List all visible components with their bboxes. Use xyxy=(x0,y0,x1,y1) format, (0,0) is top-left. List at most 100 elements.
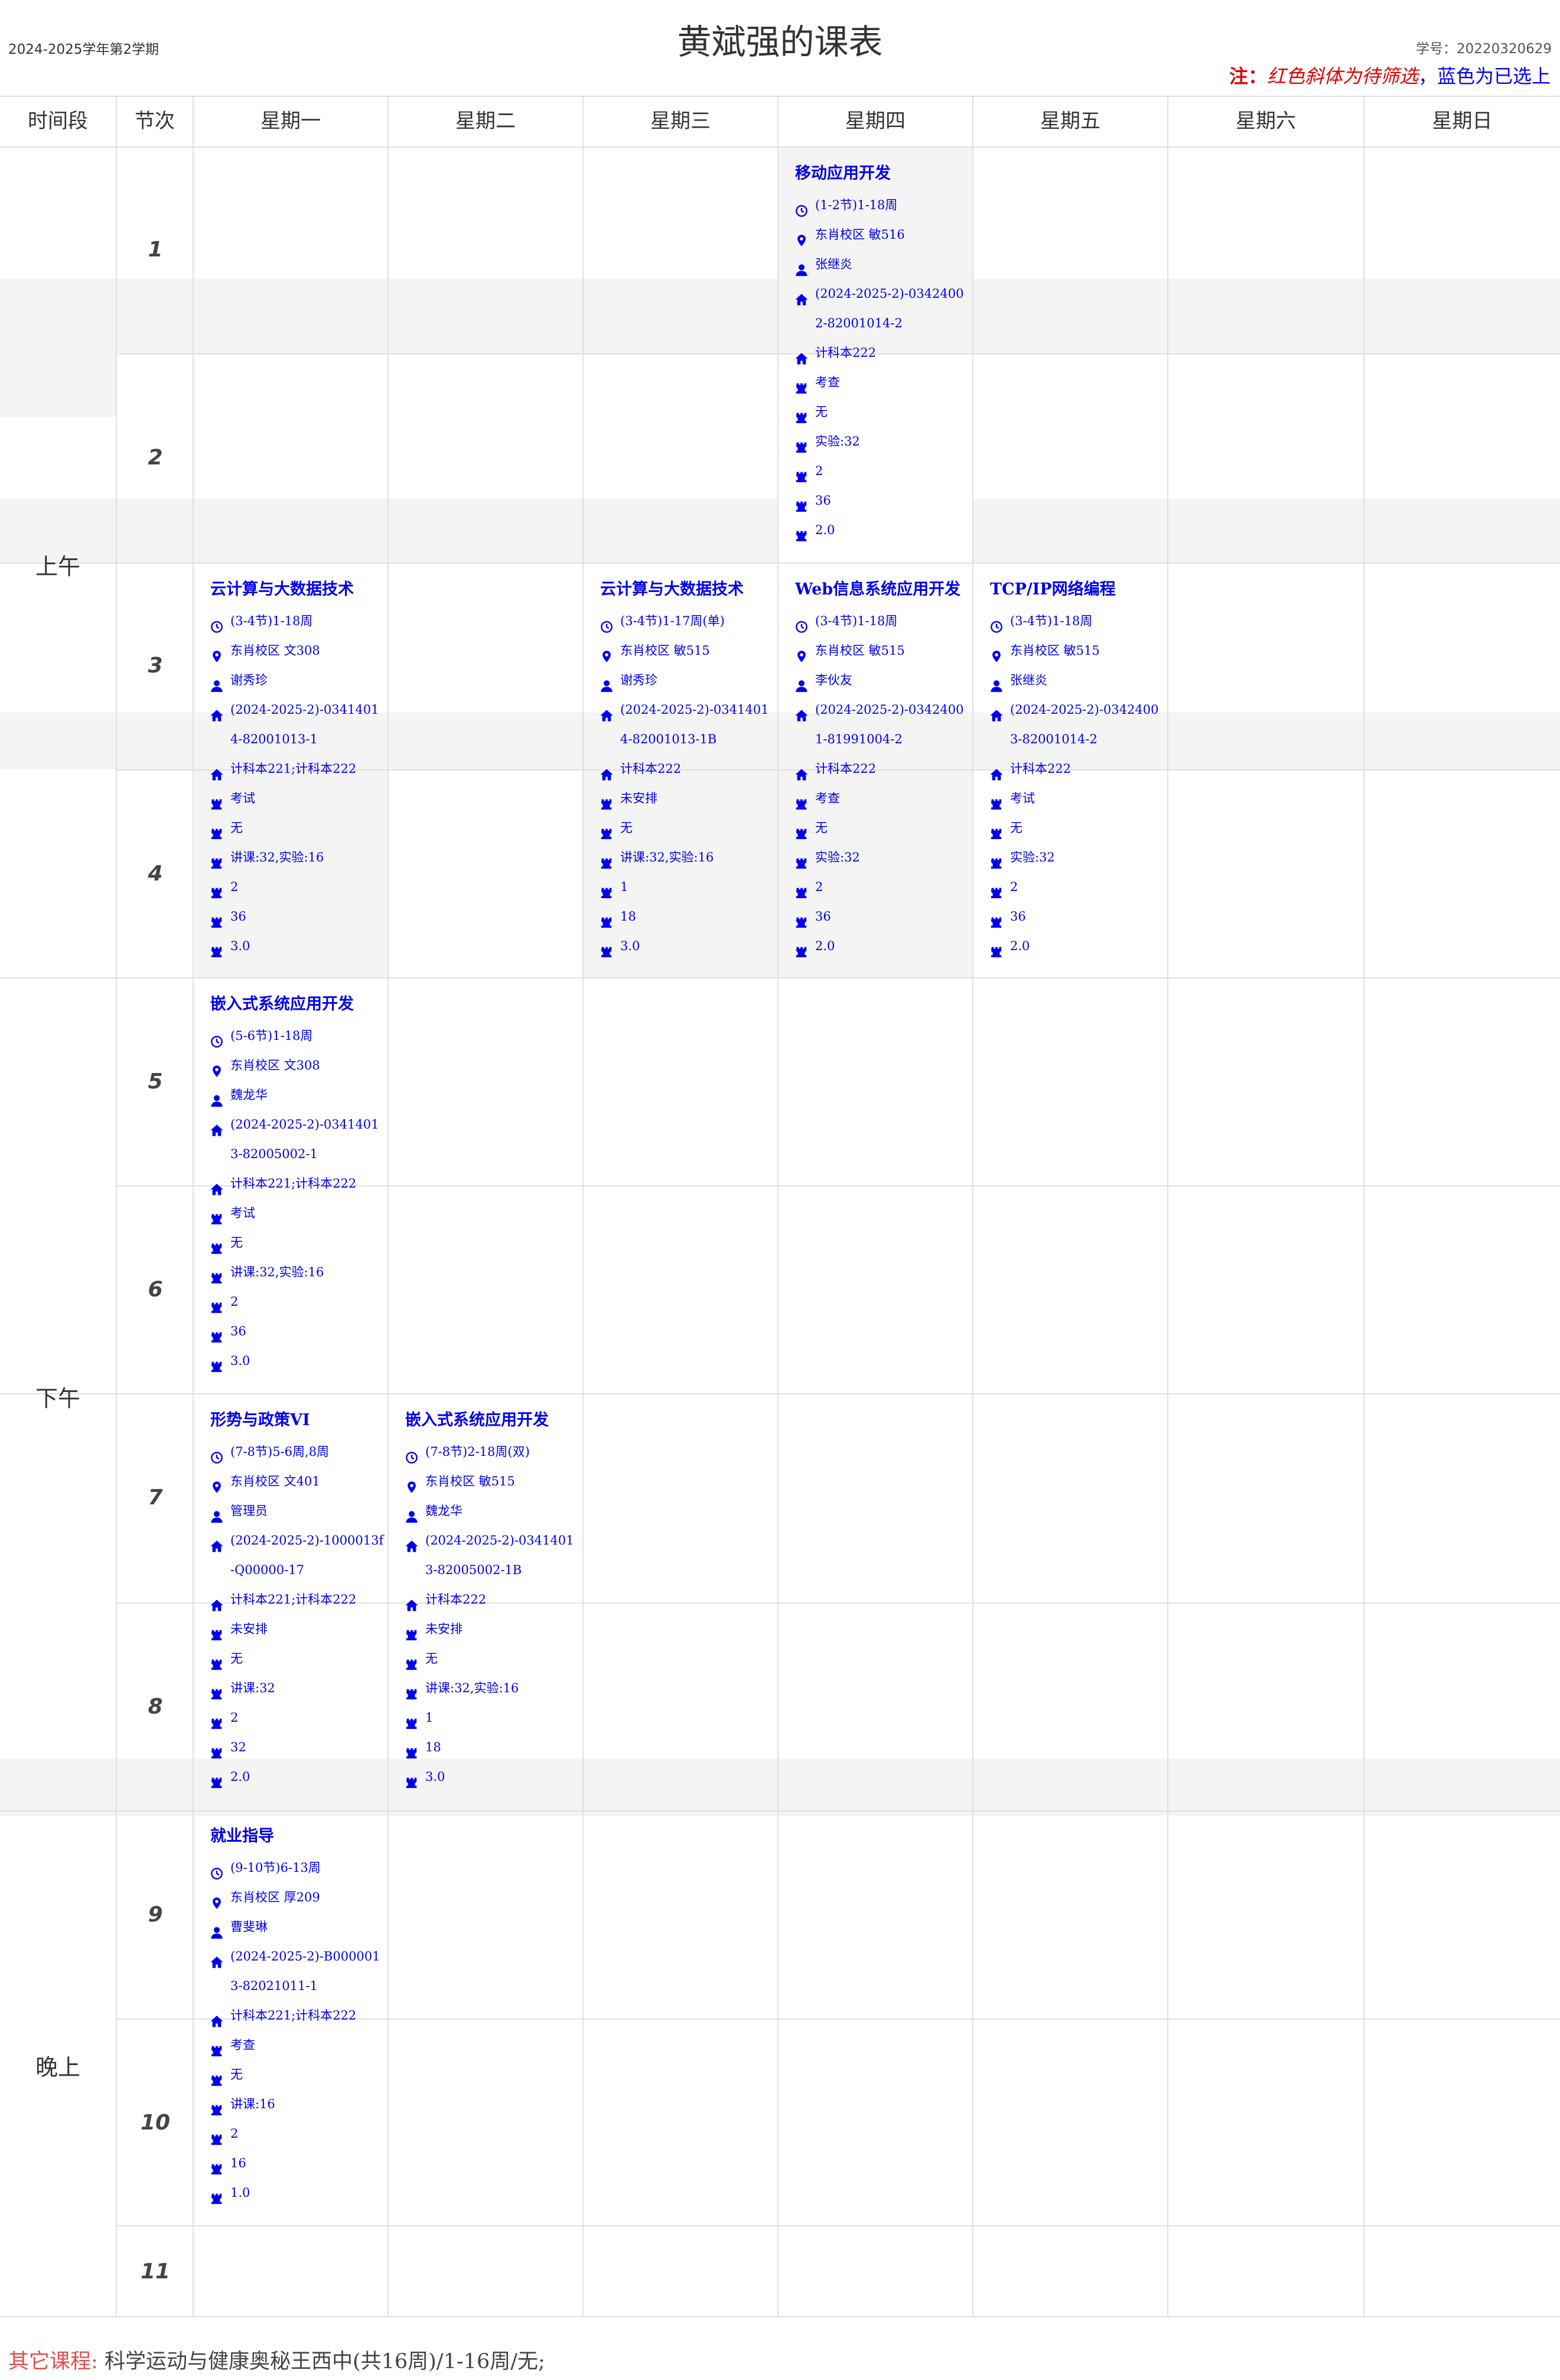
course-code: (2024-2025-2)-03424002-82001014-2 xyxy=(815,287,964,330)
course-extra-row: 无 xyxy=(405,1644,580,1673)
course-extra: 无 xyxy=(815,405,828,419)
note-selected: 蓝色为已选上 xyxy=(1437,65,1551,87)
course-name[interactable]: 形势与政策VI xyxy=(210,1409,385,1432)
course-name[interactable]: 云计算与大数据技术 xyxy=(600,578,775,601)
course-code-row: (2024-2025-2)-03414013-82005002-1B xyxy=(405,1526,580,1585)
course-code-row: (2024-2025-2)-B0000013-82021011-1 xyxy=(210,1942,385,2001)
course-extra: 无 xyxy=(230,821,243,835)
course-card[interactable]: 嵌入式系统应用开发 (5-6节)1-18周 东肖校区 文308 魏龙华 (2024-20… xyxy=(210,993,385,1376)
crown-icon xyxy=(795,405,808,424)
course-weekly: 2 xyxy=(230,1711,239,1725)
crown-icon xyxy=(405,1652,418,1670)
course-name[interactable]: 云计算与大数据技术 xyxy=(210,578,385,601)
course-place-row: 东肖校区 敏515 xyxy=(795,636,970,665)
crown-icon xyxy=(600,910,613,928)
course-extra-row: 无 xyxy=(795,397,970,427)
col-header-sun: 星期日 xyxy=(1432,109,1493,133)
course-total: 18 xyxy=(620,909,636,924)
course-extra-row: 无 xyxy=(210,2060,385,2089)
course-card[interactable]: Web信息系统应用开发 (3-4节)1-18周 东肖校区 敏515 李伙友 (2024-… xyxy=(795,578,970,961)
course-card[interactable]: 云计算与大数据技术 (3-4节)1-18周 东肖校区 文308 谢秀珍 (2024-20… xyxy=(210,578,385,961)
course-name[interactable]: 嵌入式系统应用开发 xyxy=(210,993,385,1016)
col-header-section: 节次 xyxy=(135,109,175,133)
course-exam: 考试 xyxy=(1010,791,1035,805)
course-weekly: 2 xyxy=(1010,880,1018,894)
course-card[interactable]: 嵌入式系统应用开发 (7-8节)2-18周(双) 东肖校区 敏515 魏龙华 (2024… xyxy=(405,1409,580,1791)
course-time-row: (3-4节)1-18周 xyxy=(210,606,385,636)
course-class-row: 计科本222 xyxy=(795,754,970,783)
course-weekly: 1 xyxy=(425,1711,434,1725)
other-courses-value: 科学运动与健康奥秘王西中(共16周)/1-16周/无; xyxy=(104,2350,545,2374)
course-name[interactable]: 就业指导 xyxy=(210,1825,385,1848)
course-weekly-row: 2 xyxy=(210,1287,385,1316)
course-credit: 3.0 xyxy=(230,1354,250,1368)
course-extra: 无 xyxy=(230,1651,243,1666)
course-code: (2024-2025-2)-1000013f-Q00000-17 xyxy=(230,1533,384,1577)
course-class: 计科本222 xyxy=(620,762,682,776)
course-teacher-row: 魏龙华 xyxy=(405,1496,580,1526)
course-teacher-row: 张继炎 xyxy=(990,665,1165,695)
legend-note: 注：红色斜体为待筛选，蓝色为已选上 xyxy=(1229,61,1551,89)
course-weekly-row: 2 xyxy=(210,872,385,902)
course-place: 东肖校区 敏515 xyxy=(620,643,710,658)
course-time: (3-4节)1-18周 xyxy=(815,614,898,628)
course-total: 36 xyxy=(815,909,831,924)
grid-line xyxy=(0,2316,1560,2317)
course-card[interactable]: 移动应用开发 (1-2节)1-18周 东肖校区 敏516 张继炎 (2024-2025-… xyxy=(795,162,970,545)
course-code: (2024-2025-2)-03424003-82001014-2 xyxy=(1010,703,1159,746)
course-name[interactable]: TCP/IP网络编程 xyxy=(990,578,1165,601)
course-card[interactable]: TCP/IP网络编程 (3-4节)1-18周 东肖校区 敏515 张继炎 (2024-2… xyxy=(990,578,1165,961)
grid-line xyxy=(777,96,779,2317)
course-place-row: 东肖校区 文401 xyxy=(210,1467,385,1496)
other-courses-label: 其它课程: xyxy=(8,2350,98,2374)
course-credit: 3.0 xyxy=(230,939,250,953)
col-header-fri: 星期五 xyxy=(1040,109,1100,133)
course-total-row: 36 xyxy=(795,902,970,931)
course-class-row: 计科本222 xyxy=(990,754,1165,783)
clock-icon xyxy=(210,1861,223,1880)
course-exam: 考查 xyxy=(815,375,840,389)
col-header-thu: 星期四 xyxy=(845,109,906,133)
course-hours-row: 实验:32 xyxy=(795,427,970,456)
crown-icon xyxy=(795,494,808,512)
course-class: 计科本221;计科本222 xyxy=(230,762,357,776)
crown-icon xyxy=(210,1652,223,1670)
location-icon xyxy=(795,228,808,246)
section-number: 9 xyxy=(148,1903,163,1927)
course-card[interactable]: 云计算与大数据技术 (3-4节)1-17周(单) 东肖校区 敏515 谢秀珍 (2024… xyxy=(600,578,775,961)
course-place: 东肖校区 文308 xyxy=(230,1058,320,1072)
course-name[interactable]: Web信息系统应用开发 xyxy=(795,578,970,601)
crown-icon xyxy=(210,939,223,958)
course-extra-row: 无 xyxy=(795,813,970,843)
crown-icon xyxy=(210,2186,223,2205)
course-total-row: 18 xyxy=(405,1732,580,1762)
course-hours-row: 讲课:32,实验:16 xyxy=(210,843,385,872)
home-icon xyxy=(210,1118,223,1136)
course-extra: 无 xyxy=(230,2067,243,2082)
col-header-tue: 星期二 xyxy=(455,109,516,133)
note-sep: ， xyxy=(1418,65,1437,87)
student-id: 学号：20220320629 xyxy=(1416,41,1552,57)
crown-icon xyxy=(795,910,808,928)
course-card[interactable]: 就业指导 (9-10节)6-13周 东肖校区 厚209 曹斐琳 (2024-2025-2… xyxy=(210,1825,385,2207)
home-icon xyxy=(795,703,808,721)
course-name[interactable]: 移动应用开发 xyxy=(795,162,970,186)
course-extra: 无 xyxy=(1010,821,1022,835)
clock-icon xyxy=(990,614,1003,633)
course-teacher-row: 管理员 xyxy=(210,1496,385,1526)
course-exam: 考查 xyxy=(230,2038,255,2052)
course-time: (3-4节)1-18周 xyxy=(1010,614,1093,628)
course-credit: 3.0 xyxy=(425,1770,445,1784)
crown-icon xyxy=(210,1325,223,1343)
course-teacher: 谢秀珍 xyxy=(620,673,657,687)
period-evening: 晚上 xyxy=(35,2054,80,2080)
course-card[interactable]: 形势与政策VI (7-8节)5-6周,8周 东肖校区 文401 管理员 (2024-20… xyxy=(210,1409,385,1791)
note-pending: 红色斜体为待筛选 xyxy=(1266,65,1418,87)
course-name[interactable]: 嵌入式系统应用开发 xyxy=(405,1409,580,1432)
course-credit-row: 2.0 xyxy=(795,931,970,961)
home-icon xyxy=(600,703,613,721)
location-icon xyxy=(210,1475,223,1493)
course-hours-row: 讲课:32 xyxy=(210,1673,385,1703)
course-code: (2024-2025-2)-03414013-82005002-1B xyxy=(425,1533,574,1577)
course-time-row: (7-8节)2-18周(双) xyxy=(405,1437,580,1467)
